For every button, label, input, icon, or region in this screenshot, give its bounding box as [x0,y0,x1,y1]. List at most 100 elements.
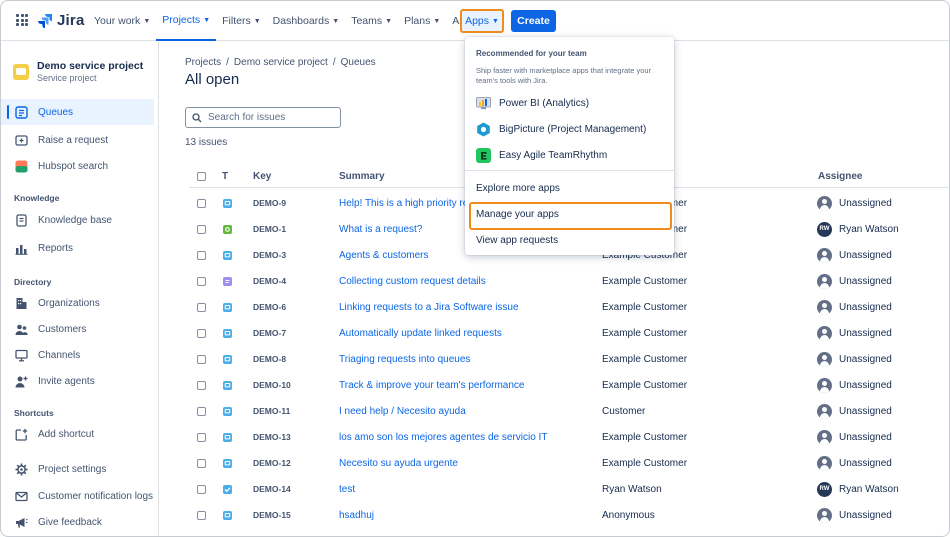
search-box[interactable] [185,107,341,128]
sidebar-item-reports[interactable]: Reports [1,235,154,261]
row-checkbox[interactable] [197,372,206,398]
issue-assignee[interactable]: Unassigned [817,398,892,424]
issue-assignee[interactable]: Unassigned [817,320,892,346]
issue-key[interactable]: DEMO-13 [253,424,291,450]
issue-key[interactable]: DEMO-6 [253,294,286,320]
nav-projects[interactable]: Projects ▼ [156,1,217,41]
issue-summary[interactable]: los amo son los mejores agentes de servi… [339,424,547,450]
issue-summary[interactable]: I need help / Necesito ayuda [339,398,466,424]
search-input[interactable] [208,112,328,123]
apps-menu-button[interactable]: Apps ▼ [460,9,504,33]
issue-assignee[interactable]: Unassigned [817,502,892,528]
issue-assignee[interactable]: Unassigned [817,450,892,476]
sidebar-item-invite-agents[interactable]: Invite agents [1,368,154,394]
sidebar-item-knowledge-base[interactable]: Knowledge base [1,207,154,233]
issue-summary[interactable]: What is a request? [339,216,422,242]
sidebar-item-channels[interactable]: Channels [1,342,154,368]
app-item-power-bi[interactable]: Power BI (Analytics) [476,94,589,112]
issue-assignee[interactable]: Unassigned [817,268,892,294]
row-checkbox[interactable] [197,476,206,502]
row-checkbox[interactable] [197,450,206,476]
issue-summary[interactable]: test [339,476,355,502]
table-row[interactable]: DEMO-15 hsadhuj Anonymous Unassigned [189,502,949,528]
issue-assignee[interactable]: Unassigned [817,424,892,450]
nav-filters[interactable]: Filters ▼ [216,1,267,41]
issue-assignee[interactable]: Unassigned [817,372,892,398]
row-checkbox[interactable] [197,294,206,320]
issue-key[interactable]: DEMO-4 [253,268,286,294]
issue-assignee[interactable]: RW Ryan Watson [817,476,899,502]
row-checkbox[interactable] [197,502,206,528]
nav-teams[interactable]: Teams ▼ [345,1,398,41]
issue-summary[interactable]: Collecting custom request details [339,268,486,294]
project-header[interactable]: Demo service project Service project [13,60,143,84]
sidebar-item-queues[interactable]: Queues [1,99,154,125]
nav-dashboards[interactable]: Dashboards ▼ [267,1,346,41]
issue-summary[interactable]: hsadhuj [339,502,374,528]
breadcrumb-projects[interactable]: Projects [185,57,221,68]
issue-summary[interactable]: Automatically update linked requests [339,320,502,346]
sidebar-item-hubspot-search[interactable]: Hubspot search [1,153,154,179]
breadcrumb-queues[interactable]: Queues [341,57,376,68]
app-item-bigpicture[interactable]: BigPicture (Project Management) [476,120,646,138]
select-all-checkbox[interactable] [197,171,206,181]
nav-plans[interactable]: Plans ▼ [398,1,446,41]
table-row[interactable]: DEMO-10 Track & improve your team's perfo… [189,372,949,398]
issue-summary[interactable]: Triaging requests into queues [339,346,470,372]
manage-your-apps-link[interactable]: Manage your apps [476,209,559,220]
table-row[interactable]: DEMO-12 Necesito su ayuda urgente Example … [189,450,949,476]
table-row[interactable]: DEMO-14 test Ryan Watson RW Ryan Watson [189,476,949,502]
issue-key[interactable]: DEMO-11 [253,398,290,424]
issue-summary[interactable]: Agents & customers [339,242,428,268]
column-header-assignee[interactable]: Assignee [818,171,862,182]
app-switcher-icon[interactable] [16,14,28,26]
issue-assignee[interactable]: Unassigned [817,190,892,216]
row-checkbox[interactable] [197,398,206,424]
issue-key[interactable]: DEMO-7 [253,320,286,346]
app-item-easy-agile[interactable]: Easy Agile TeamRhythm [476,146,607,164]
nav-your-work[interactable]: Your work ▼ [88,1,156,41]
table-row[interactable]: DEMO-4 Collecting custom request details E… [189,268,949,294]
issue-key[interactable]: DEMO-14 [253,476,291,502]
table-row[interactable]: DEMO-6 Linking requests to a Jira Softwar… [189,294,949,320]
issue-summary[interactable]: Linking requests to a Jira Software issu… [339,294,519,320]
row-checkbox[interactable] [197,190,206,216]
sidebar-item-raise-request[interactable]: Raise a request [1,127,154,153]
sidebar-item-add-shortcut[interactable]: Add shortcut [1,421,154,447]
sidebar-item-customers[interactable]: Customers [1,316,154,342]
row-checkbox[interactable] [197,320,206,346]
row-checkbox[interactable] [197,216,206,242]
issue-assignee[interactable]: Unassigned [817,242,892,268]
breadcrumb-project[interactable]: Demo service project [234,57,328,68]
row-checkbox[interactable] [197,242,206,268]
explore-more-apps-link[interactable]: Explore more apps [476,183,560,194]
issue-assignee[interactable]: Unassigned [817,346,892,372]
column-header-summary[interactable]: Summary [339,171,385,182]
create-button[interactable]: Create [511,10,556,32]
column-header-key[interactable]: Key [253,171,271,182]
row-checkbox[interactable] [197,424,206,450]
issue-key[interactable]: DEMO-3 [253,242,286,268]
sidebar-item-give-feedback[interactable]: Give feedback [1,509,154,535]
issue-assignee[interactable]: Unassigned [817,294,892,320]
sidebar-item-customer-notification-logs[interactable]: Customer notification logs [1,483,154,509]
issue-key[interactable]: DEMO-8 [253,346,286,372]
table-row[interactable]: DEMO-7 Automatically update linked reques… [189,320,949,346]
issue-summary[interactable]: Necesito su ayuda urgente [339,450,458,476]
view-app-requests-link[interactable]: View app requests [476,235,558,246]
issue-key[interactable]: DEMO-1 [253,216,286,242]
row-checkbox[interactable] [197,268,206,294]
issue-summary[interactable]: Track & improve your team's performance [339,372,525,398]
issue-assignee[interactable]: RW Ryan Watson [817,216,899,242]
jira-logo[interactable]: Jira [37,12,85,29]
column-header-type[interactable]: T [222,171,228,182]
row-checkbox[interactable] [197,346,206,372]
issue-key[interactable]: DEMO-10 [253,372,291,398]
issue-key[interactable]: DEMO-15 [253,502,291,528]
table-row[interactable]: DEMO-13 los amo son los mejores agentes d… [189,424,949,450]
issue-key[interactable]: DEMO-9 [253,190,286,216]
issue-key[interactable]: DEMO-12 [253,450,291,476]
table-row[interactable]: DEMO-8 Triaging requests into queues Examp… [189,346,949,372]
sidebar-item-organizations[interactable]: Organizations [1,290,154,316]
sidebar-item-project-settings[interactable]: Project settings [1,456,154,482]
